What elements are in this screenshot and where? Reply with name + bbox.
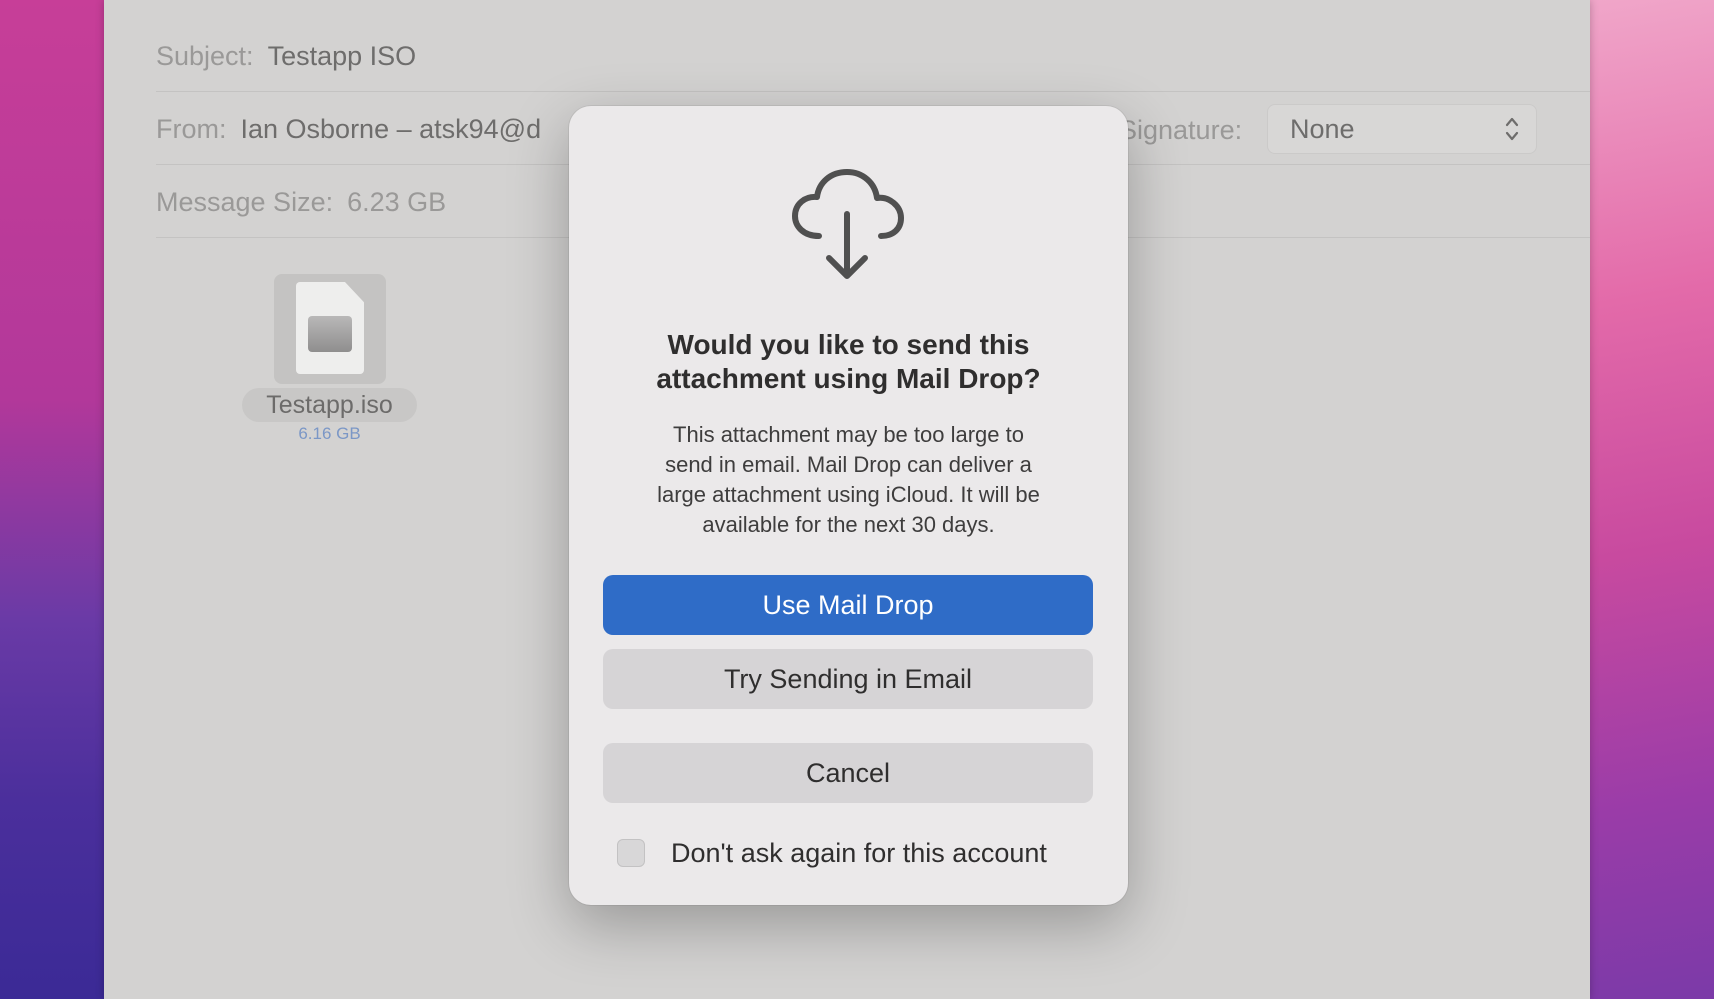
mail-drop-dialog: Would you like to send this attachment u… — [569, 106, 1128, 905]
attachment-name[interactable]: Testapp.iso — [242, 388, 417, 422]
dialog-title: Would you like to send this attachment u… — [609, 328, 1088, 396]
from-label: From: — [156, 114, 227, 144]
attachment-size: 6.16 GB — [298, 424, 361, 443]
dialog-title-line: attachment using Mail Drop? — [656, 363, 1041, 394]
dont-ask-again-label[interactable]: Don't ask again for this account — [671, 838, 1047, 869]
signature-value: None — [1290, 113, 1355, 144]
message-size-value: 6.23 GB — [347, 187, 447, 217]
signature-select[interactable]: None — [1267, 104, 1537, 154]
subject-value[interactable]: Testapp ISO — [268, 41, 417, 72]
dialog-message-line: send in email. Mail Drop can deliver a — [665, 452, 1032, 477]
subject-label: Subject: — [156, 41, 254, 71]
icloud-download-icon — [792, 169, 904, 279]
use-mail-drop-button[interactable]: Use Mail Drop — [603, 575, 1093, 635]
dialog-message: This attachment may be too large to send… — [619, 420, 1078, 540]
dialog-title-line: Would you like to send this — [667, 329, 1030, 360]
dialog-message-line: large attachment using iCloud. It will b… — [657, 482, 1040, 507]
desktop-wallpaper-left — [0, 0, 104, 999]
dont-ask-again-checkbox[interactable] — [617, 839, 645, 867]
from-value[interactable]: Ian Osborne – atsk94@d — [241, 114, 542, 145]
dont-ask-again-row[interactable]: Don't ask again for this account — [617, 833, 1047, 873]
chevron-updown-icon — [1504, 114, 1520, 144]
dialog-message-line: This attachment may be too large to — [673, 422, 1024, 447]
signature-label: Signature: — [1119, 115, 1243, 145]
dialog-message-line: available for the next 30 days. — [702, 512, 995, 537]
cancel-button[interactable]: Cancel — [603, 743, 1093, 803]
disk-image-icon[interactable] — [274, 274, 386, 384]
message-size-label: Message Size: — [156, 187, 334, 217]
try-sending-in-email-button[interactable]: Try Sending in Email — [603, 649, 1093, 709]
subject-row[interactable]: Subject: Testapp ISO — [156, 22, 1590, 92]
desktop-wallpaper-right — [1590, 0, 1714, 999]
disk-icon — [308, 316, 352, 352]
